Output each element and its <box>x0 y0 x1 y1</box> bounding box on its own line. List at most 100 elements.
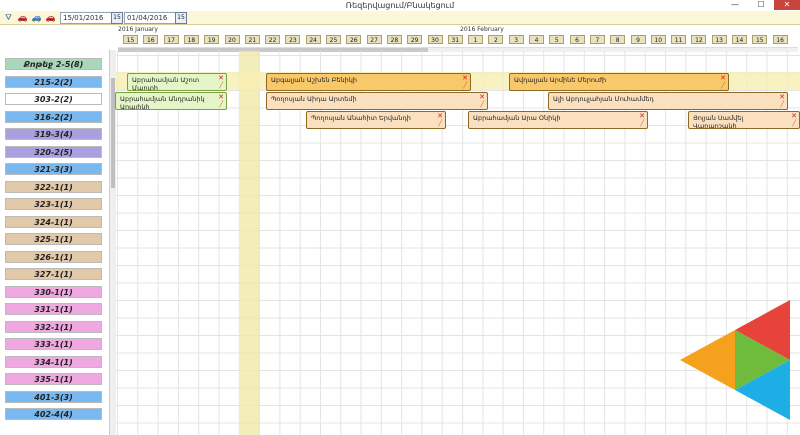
room-item[interactable]: 322-1(1) <box>5 180 102 193</box>
room-item[interactable]: 334-1(1) <box>5 355 102 368</box>
date-to-field[interactable]: 01/04/2016 <box>124 12 176 24</box>
day-header-cell: 10 <box>650 35 666 44</box>
room-item[interactable]: 326-1(1) <box>5 250 102 263</box>
day-header-cell: 11 <box>671 35 687 44</box>
resize-handle-icon[interactable]: ╱ <box>463 83 467 89</box>
room-item[interactable]: 303-2(2) <box>5 93 102 105</box>
delete-reservation-icon[interactable]: ✕ <box>639 112 645 120</box>
room-item[interactable]: 331-1(1) <box>5 303 102 315</box>
resize-handle-icon[interactable]: ╱ <box>480 102 484 108</box>
close-button[interactable]: ✕ <box>774 0 800 10</box>
resize-handle-icon[interactable]: ╱ <box>219 83 223 89</box>
room-list: Քոթեջ 2-5(8) 215-2(2) 303-2(2) 316-2(2) 319-… <box>0 50 110 435</box>
day-header-cell: 9 <box>630 35 646 44</box>
room-item[interactable]: 401-3(3) <box>5 390 102 403</box>
day-header-cell: 28 <box>386 35 402 44</box>
today-column-highlight <box>240 51 260 435</box>
reservation-guest-name: Ալի Աբդուլլահյան Մուհամմեդ <box>553 95 654 103</box>
minimize-button[interactable]: — <box>722 0 748 10</box>
day-header-cell: 19 <box>204 35 220 44</box>
day-header-cell: 26 <box>346 35 362 44</box>
delete-reservation-icon[interactable]: ✕ <box>720 74 726 82</box>
day-header-cell: 27 <box>366 35 382 44</box>
day-header-cell: 18 <box>183 35 199 44</box>
day-header-cell: 22 <box>265 35 281 44</box>
day-header-cell: 1 <box>468 35 484 44</box>
reservation-block[interactable]: Յոլյան Սամվել Վաղարշակի ✕ ╱ <box>688 111 800 129</box>
day-header-cell: 20 <box>224 35 240 44</box>
room-item[interactable]: 335-1(1) <box>5 373 102 385</box>
reservation-guest-name: Պողոսյան Աիդա Արտեմի <box>271 95 357 103</box>
resize-handle-icon[interactable]: ╱ <box>438 121 442 127</box>
reservation-guest-name: Աբրահամյան Աշոտ Մարտի <box>132 76 200 91</box>
window-title: Ռեզերվացում/Բնակեցում <box>345 1 455 10</box>
day-header-cell: 23 <box>285 35 301 44</box>
delete-reservation-icon[interactable]: ✕ <box>437 112 443 120</box>
room-item[interactable]: 332-1(1) <box>5 320 102 333</box>
filter-icon[interactable]: ⛛ <box>3 13 14 22</box>
day-header-cell: 8 <box>610 35 626 44</box>
day-header-cell: 7 <box>589 35 605 44</box>
reservation-guest-name: Աբրահամյան Անդրանիկ Արայիկի <box>120 95 205 110</box>
day-header-cell: 14 <box>732 35 747 44</box>
delete-reservation-icon[interactable]: ✕ <box>218 93 224 101</box>
day-header-cell: 17 <box>163 35 179 44</box>
day-header-cell: 31 <box>447 35 463 44</box>
timeline-header: 2016 January 2016 February 15 16 17 18 19 20 2… <box>115 26 800 48</box>
day-header-cell: 25 <box>326 35 341 44</box>
reservation-block[interactable]: Ալի Աբդուլլահյան Մուհամմեդ ✕ ╱ <box>548 92 788 110</box>
delete-reservation-icon[interactable]: ✕ <box>218 74 224 82</box>
reservation-block[interactable]: Աբրահամյան Աշոտ Մարտի ✕ ╱ <box>127 73 227 91</box>
room-item[interactable]: 215-2(2) <box>5 75 102 88</box>
car-remove-icon[interactable]: 🚗 <box>45 13 56 22</box>
room-item[interactable]: 323-1(1) <box>5 198 102 210</box>
day-header-cell: 13 <box>711 35 727 44</box>
room-item[interactable]: 319-3(4) <box>5 128 102 140</box>
room-item[interactable]: 325-1(1) <box>5 233 102 245</box>
room-item[interactable]: 330-1(1) <box>5 285 102 298</box>
day-header-cell: 15 <box>752 35 768 44</box>
reservation-block[interactable]: Աբգալյան Աշխեն Բենիկի ✕ ╱ <box>266 73 471 91</box>
car-icon[interactable]: 🚗 <box>17 13 28 22</box>
room-item[interactable]: 321-3(3) <box>5 163 102 175</box>
day-header-cell: 24 <box>305 35 321 44</box>
reservation-guest-name: Աբգալյան Աշխեն Բենիկի <box>271 76 358 84</box>
room-item[interactable]: 324-1(1) <box>5 215 102 228</box>
date-from-field[interactable]: 15/01/2016 <box>60 12 112 24</box>
delete-reservation-icon[interactable]: ✕ <box>779 93 785 101</box>
day-header-cell: 21 <box>244 35 260 44</box>
reservation-block[interactable]: Պողոսյան Անահիտ Երվանդի ✕ ╱ <box>306 111 446 129</box>
delete-reservation-icon[interactable]: ✕ <box>479 93 485 101</box>
calendar-to-icon[interactable]: 15 <box>175 12 187 24</box>
day-header-cell: 16 <box>772 35 788 44</box>
room-item[interactable]: 333-1(1) <box>5 338 102 350</box>
room-item[interactable]: 316-2(2) <box>5 110 102 123</box>
delete-reservation-icon[interactable]: ✕ <box>791 112 797 120</box>
reservation-guest-name: Ավդալյան Արմինե Մերուժի <box>514 76 607 84</box>
day-header-cell: 29 <box>407 35 423 44</box>
delete-reservation-icon[interactable]: ✕ <box>462 74 468 82</box>
resize-handle-icon[interactable]: ╱ <box>640 121 644 127</box>
resize-handle-icon[interactable]: ╱ <box>792 121 796 127</box>
car-add-icon[interactable]: 🚙 <box>31 13 42 22</box>
day-header-cell: 3 <box>508 35 524 44</box>
room-item[interactable]: Քոթեջ 2-5(8) <box>5 58 102 70</box>
room-item[interactable]: 402-4(4) <box>5 408 102 420</box>
reservation-block[interactable]: Աբրահամյան Անդրանիկ Արայիկի ✕ ╱ <box>115 92 227 110</box>
calendar-from-icon[interactable]: 15 <box>111 12 123 24</box>
day-header-cell: 6 <box>569 35 585 44</box>
room-item[interactable]: 327-1(1) <box>5 268 102 280</box>
day-header-cell: 5 <box>549 35 565 44</box>
day-header-cell: 2 <box>488 35 504 44</box>
resize-handle-icon[interactable]: ╱ <box>721 83 725 89</box>
day-header-cell: 4 <box>529 35 544 44</box>
reservation-block[interactable]: Պողոսյան Աիդա Արտեմի ✕ ╱ <box>266 92 488 110</box>
maximize-button[interactable]: ☐ <box>748 0 774 10</box>
day-header-cell: 16 <box>143 35 159 44</box>
resize-handle-icon[interactable]: ╱ <box>219 102 223 108</box>
resize-handle-icon[interactable]: ╱ <box>780 102 784 108</box>
reservation-block[interactable]: Աբրահամյան Արա Օնիկի ✕ ╱ <box>468 111 648 129</box>
reservation-block[interactable]: Ավդալյան Արմինե Մերուժի ✕ ╱ <box>509 73 729 91</box>
company-logo <box>680 300 790 420</box>
room-item[interactable]: 320-2(5) <box>5 145 102 158</box>
